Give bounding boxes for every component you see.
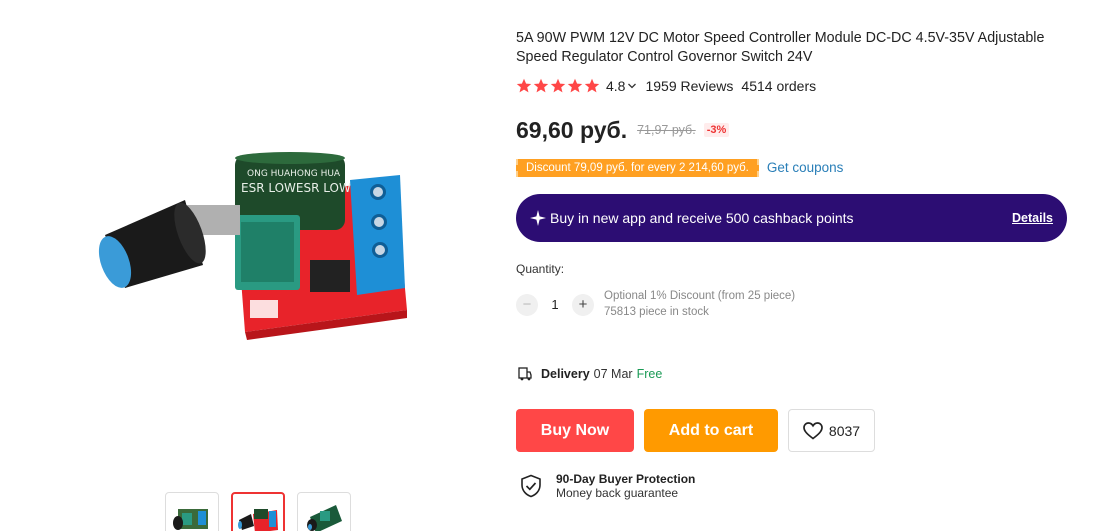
reviews-link[interactable]: 1959 Reviews — [645, 78, 733, 94]
star-icon — [533, 78, 549, 93]
protection-subtitle: Money back guarantee — [556, 486, 679, 500]
rating-value[interactable]: 4.8 — [606, 78, 625, 94]
delivery-label: Delivery — [541, 367, 590, 381]
sparkle-icon — [530, 210, 546, 226]
star-icon — [584, 78, 600, 93]
thumbnail-1[interactable] — [165, 492, 219, 531]
wishlist-count: 8037 — [828, 422, 861, 439]
product-gallery: ONG HUAHONG HUA ESR LOWESR LOW — [0, 0, 500, 531]
old-price: 71,97 руб. — [637, 123, 696, 137]
star-icon — [516, 78, 532, 93]
svg-text:ESR LOWESR LOW: ESR LOWESR LOW — [241, 181, 351, 195]
delivery-free: Free — [636, 367, 663, 381]
price-row: 69,60 руб. 71,97 руб. -3% — [516, 116, 730, 144]
quantity-stepper: − 1 + Optional 1% Discount (from 25 piec… — [516, 289, 795, 320]
discount-badge: -3% — [703, 123, 730, 137]
app-promo-banner[interactable]: Buy in new app and receive 500 cashback … — [516, 194, 1067, 242]
quantity-value[interactable]: 1 — [538, 297, 572, 312]
buy-now-button[interactable]: Buy Now — [516, 409, 634, 452]
protection-text: 90-Day Buyer Protection Money back guara… — [556, 472, 695, 500]
buyer-protection: 90-Day Buyer Protection Money back guara… — [520, 472, 695, 500]
star-icon — [567, 78, 583, 93]
get-coupons-link[interactable]: Get coupons — [767, 160, 844, 175]
add-to-cart-button[interactable]: Add to cart — [644, 409, 778, 452]
shield-check-icon — [521, 474, 541, 498]
action-buttons: Buy Now Add to cart 8037 — [516, 409, 875, 452]
delivery-icon — [518, 367, 532, 381]
delivery-row: Delivery 07 Mar Free — [518, 367, 662, 381]
chevron-down-icon[interactable] — [627, 81, 637, 91]
current-price: 69,60 руб. — [516, 116, 628, 143]
quantity-decrease-button[interactable]: − — [516, 293, 538, 316]
rating-stars[interactable] — [516, 78, 600, 94]
quantity-notes: Optional 1% Discount (from 25 piece) 758… — [604, 289, 795, 320]
protection-title: 90-Day Buyer Protection — [556, 472, 696, 486]
heart-icon — [803, 421, 823, 440]
product-title: 5A 90W PWM 12V DC Motor Speed Controller… — [516, 30, 1045, 65]
coupon-row: Discount 79,09 руб. for every 2 214,60 р… — [516, 157, 843, 178]
bulk-discount-note: Optional 1% Discount (from 25 piece) — [604, 290, 796, 302]
details-link[interactable]: Details — [1012, 211, 1053, 225]
orders-count: 4514 orders — [741, 78, 817, 94]
stock-note: 75813 piece in stock — [604, 305, 709, 318]
quantity-label: Quantity: — [516, 262, 565, 276]
svg-text:ONG HUAHONG HUA: ONG HUAHONG HUA — [247, 169, 341, 179]
coupon-tag[interactable]: Discount 79,09 руб. for every 2 214,60 р… — [516, 158, 759, 177]
delivery-date: 07 Mar — [593, 367, 633, 381]
product-main-image[interactable]: ONG HUAHONG HUA ESR LOWESR LOW — [95, 140, 415, 340]
thumbnail-strip — [165, 492, 351, 531]
app-promo-text: Buy in new app and receive 500 cashback … — [550, 210, 854, 226]
thumbnail-3[interactable] — [297, 492, 351, 531]
rating-row: 4.8 1959 Reviews 4514 orders — [516, 76, 816, 96]
wishlist-button[interactable]: 8037 — [788, 409, 875, 452]
thumbnail-2[interactable] — [231, 492, 285, 531]
quantity-increase-button[interactable]: + — [572, 293, 594, 316]
star-icon — [550, 78, 566, 93]
